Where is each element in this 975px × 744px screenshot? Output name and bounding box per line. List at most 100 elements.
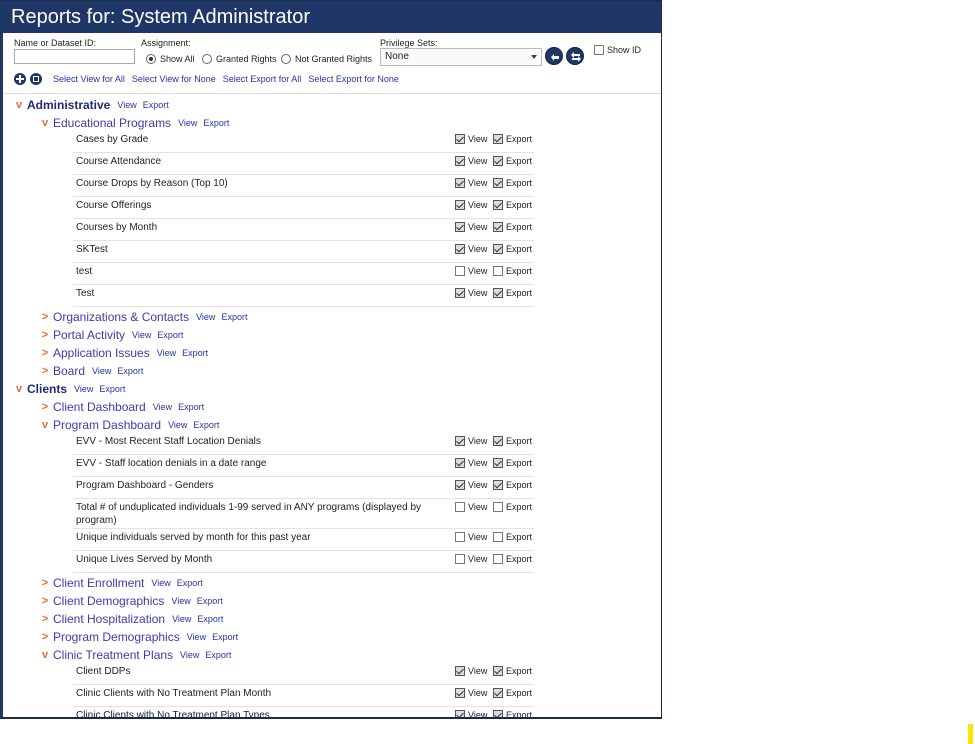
chevron-down-icon[interactable]: v (39, 117, 51, 129)
view-permission[interactable]: View (455, 134, 487, 144)
chevron-down-icon[interactable]: v (13, 99, 25, 111)
export-checkbox[interactable] (493, 458, 503, 468)
export-permission[interactable]: Export (493, 288, 532, 298)
export-checkbox[interactable] (493, 666, 503, 676)
tree-group[interactable]: > Program Demographics View Export (39, 630, 238, 644)
group-label[interactable]: Client Demographics (53, 594, 164, 608)
tree-group[interactable]: > Portal Activity View Export (39, 328, 184, 342)
view-permission[interactable]: View (455, 666, 487, 676)
tree-group[interactable]: v Clinic Treatment Plans View Export (39, 648, 231, 662)
view-link[interactable]: View (151, 578, 170, 588)
view-link[interactable]: View (180, 650, 199, 660)
group-label[interactable]: Organizations & Contacts (53, 310, 189, 324)
export-link[interactable]: Export (143, 100, 169, 110)
view-permission[interactable]: View (455, 200, 487, 210)
chevron-right-icon[interactable]: > (39, 595, 51, 607)
export-link[interactable]: Export (157, 330, 183, 340)
view-checkbox[interactable] (455, 532, 465, 542)
export-checkbox[interactable] (493, 156, 503, 166)
collapse-all-icon[interactable] (30, 73, 42, 85)
show-id-toggle[interactable]: Show ID (594, 45, 641, 55)
export-link[interactable]: Export (203, 118, 229, 128)
export-permission[interactable]: Export (493, 502, 532, 512)
view-checkbox[interactable] (455, 156, 465, 166)
view-permission[interactable]: View (455, 458, 487, 468)
export-permission[interactable]: Export (493, 178, 532, 188)
group-label[interactable]: Educational Programs (53, 116, 171, 130)
view-permission[interactable]: View (455, 436, 487, 446)
view-link[interactable]: View (153, 402, 172, 412)
export-permission[interactable]: Export (493, 222, 532, 232)
view-checkbox[interactable] (455, 200, 465, 210)
export-permission[interactable]: Export (493, 480, 532, 490)
export-checkbox[interactable] (493, 532, 503, 542)
view-link[interactable]: View (92, 366, 111, 376)
export-checkbox[interactable] (493, 288, 503, 298)
group-label[interactable]: Client Dashboard (53, 400, 146, 414)
view-checkbox[interactable] (455, 266, 465, 276)
group-label[interactable]: Program Dashboard (53, 418, 161, 432)
view-checkbox[interactable] (455, 222, 465, 232)
assignment-not-granted-radio[interactable]: Not Granted Rights (281, 54, 372, 64)
export-checkbox[interactable] (493, 502, 503, 512)
export-checkbox[interactable] (493, 200, 503, 210)
chevron-right-icon[interactable]: > (39, 329, 51, 341)
assignment-show-all-radio[interactable]: Show All (146, 54, 195, 64)
view-permission[interactable]: View (455, 266, 487, 276)
export-checkbox[interactable] (493, 688, 503, 698)
group-label[interactable]: Program Demographics (53, 630, 180, 644)
tree-category[interactable]: v Clients View Export (13, 382, 125, 396)
group-label[interactable]: Application Issues (53, 346, 150, 360)
group-label[interactable]: Portal Activity (53, 328, 125, 342)
tree-group[interactable]: v Educational Programs View Export (39, 116, 230, 130)
export-checkbox[interactable] (493, 222, 503, 232)
group-label[interactable]: Clinic Treatment Plans (53, 648, 173, 662)
view-link[interactable]: View (172, 614, 191, 624)
export-link[interactable]: Export (182, 348, 208, 358)
view-link[interactable]: View (74, 384, 93, 394)
category-label[interactable]: Clients (27, 382, 67, 396)
view-permission[interactable]: View (455, 532, 487, 542)
export-checkbox[interactable] (493, 554, 503, 564)
select-export-all-link[interactable]: Select Export for All (223, 74, 302, 84)
chevron-right-icon[interactable]: > (39, 613, 51, 625)
tree-group[interactable]: > Board View Export (39, 364, 144, 378)
chevron-down-icon[interactable]: v (39, 419, 51, 431)
chevron-right-icon[interactable]: > (39, 311, 51, 323)
tree-group[interactable]: > Application Issues View Export (39, 346, 208, 360)
view-permission[interactable]: View (455, 178, 487, 188)
view-permission[interactable]: View (455, 554, 487, 564)
refresh-button[interactable] (566, 47, 584, 65)
tree-group[interactable]: > Client Enrollment View Export (39, 576, 203, 590)
export-permission[interactable]: Export (493, 532, 532, 542)
view-permission[interactable]: View (455, 288, 487, 298)
chevron-right-icon[interactable]: > (39, 577, 51, 589)
view-permission[interactable]: View (455, 688, 487, 698)
select-view-all-link[interactable]: Select View for All (53, 74, 125, 84)
view-checkbox[interactable] (455, 436, 465, 446)
view-link[interactable]: View (178, 118, 197, 128)
export-link[interactable]: Export (197, 614, 223, 624)
group-label[interactable]: Client Hospitalization (53, 612, 165, 626)
export-permission[interactable]: Export (493, 134, 532, 144)
view-checkbox[interactable] (455, 480, 465, 490)
view-checkbox[interactable] (455, 458, 465, 468)
view-checkbox[interactable] (455, 688, 465, 698)
export-checkbox[interactable] (493, 134, 503, 144)
export-permission[interactable]: Export (493, 458, 532, 468)
view-checkbox[interactable] (455, 244, 465, 254)
export-checkbox[interactable] (493, 244, 503, 254)
tree-group[interactable]: v Program Dashboard View Export (39, 418, 220, 432)
assignment-granted-radio[interactable]: Granted Rights (202, 54, 277, 64)
export-link[interactable]: Export (221, 312, 247, 322)
export-link[interactable]: Export (117, 366, 143, 376)
view-permission[interactable]: View (455, 710, 487, 717)
export-permission[interactable]: Export (493, 710, 532, 717)
tree-group[interactable]: > Client Hospitalization View Export (39, 612, 224, 626)
export-checkbox[interactable] (493, 266, 503, 276)
view-checkbox[interactable] (455, 710, 465, 717)
view-checkbox[interactable] (455, 178, 465, 188)
view-permission[interactable]: View (455, 156, 487, 166)
privilege-sets-select[interactable]: None (380, 48, 542, 66)
export-checkbox[interactable] (493, 710, 503, 717)
